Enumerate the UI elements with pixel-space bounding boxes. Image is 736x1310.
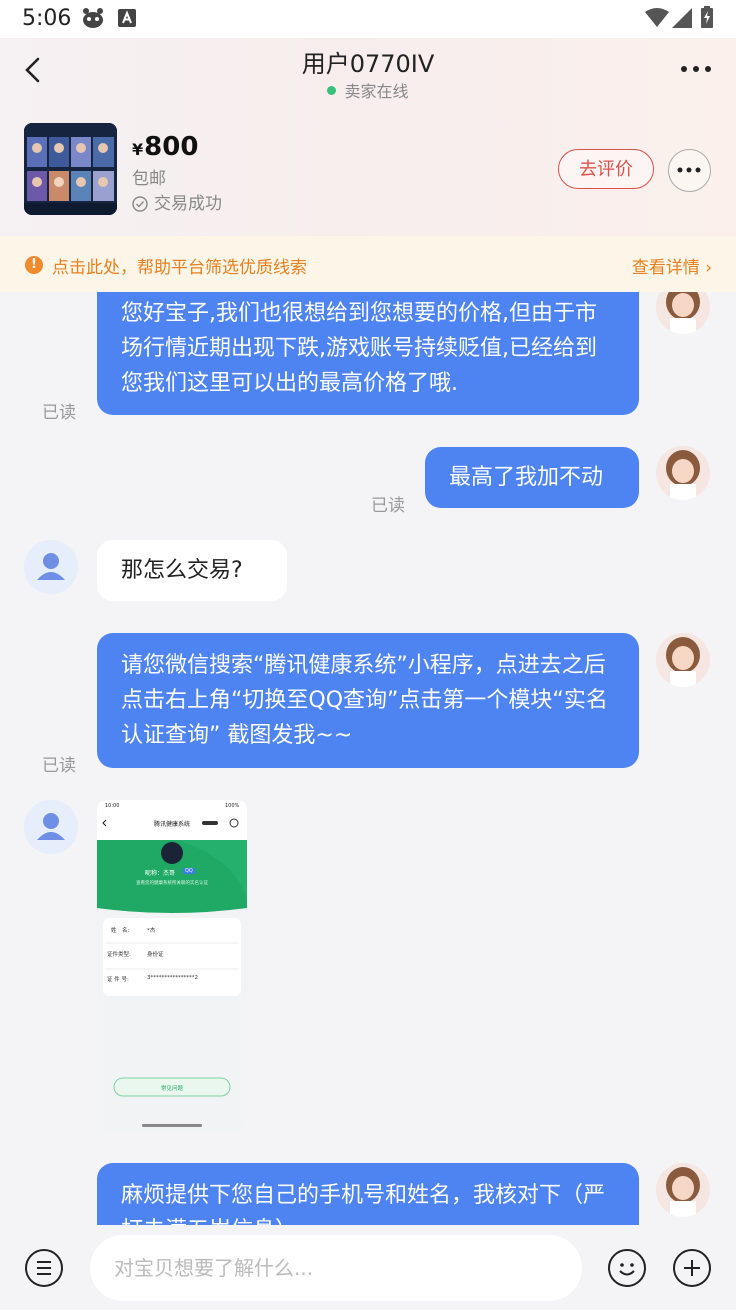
shot-nickname-label: 昵称： — [145, 870, 164, 877]
message-input[interactable] — [90, 1235, 582, 1301]
message-bubble-2[interactable]: 最高了我加不动 — [425, 447, 639, 508]
deal-status: 交易成功 — [132, 189, 222, 214]
shot-time: 10:00 — [105, 803, 120, 809]
message-bubble-6[interactable]: 麻烦提供下您自己的手机号和姓名，我核对下（严打未满五岁信息） — [97, 1163, 639, 1225]
more-dots-icon — [677, 167, 701, 173]
battery-icon — [701, 6, 713, 28]
wifi-icon — [645, 8, 669, 27]
shot-battery: 100% — [225, 803, 240, 809]
chat-title: 用户0770IV — [301, 50, 435, 78]
status-bar: 5:06 — [0, 0, 736, 38]
shot-caption: 查看您的健康系统所关联的实名认证 — [136, 881, 208, 886]
message-bubble-1[interactable]: 您好宝子,我们也很想给到您想要的价格,但由于市场行情近期出现下跌,游戏账号持续贬… — [97, 292, 639, 415]
review-button[interactable]: 去评价 — [558, 149, 654, 189]
item-price: ¥800 — [132, 132, 198, 162]
smile-icon — [619, 1263, 635, 1276]
check-circle-icon — [132, 196, 148, 212]
online-dot-icon — [327, 86, 337, 95]
shot-row-value: *杰 — [147, 928, 156, 934]
shot-row-label: 证件类型: — [107, 952, 131, 958]
more-dots-icon[interactable] — [680, 62, 712, 76]
warning-icon: ! — [25, 256, 43, 274]
signal-icon — [672, 8, 692, 28]
shipping-label: 包邮 — [132, 169, 166, 189]
message-bubble-4[interactable]: 请您微信搜索“腾讯健康系统”小程序，点进去之后点击右上角“切换至QQ查询”点击第… — [97, 633, 639, 768]
girl-avatar-image — [656, 633, 710, 687]
price-value: 800 — [144, 132, 199, 162]
girl-avatar-image — [656, 1163, 710, 1217]
read-receipt: 已读 — [42, 403, 76, 423]
my-avatar[interactable] — [656, 633, 710, 687]
girl-avatar-image — [656, 292, 710, 334]
plus-icon — [684, 1260, 700, 1276]
shot-title: 腾讯健康系统 — [153, 821, 190, 828]
shot-nickname: 昵称：杰哥 — [145, 868, 175, 877]
app-notification-icon — [83, 8, 103, 28]
app-a-icon — [118, 9, 136, 27]
currency-symbol: ¥ — [132, 140, 144, 159]
menu-lines-icon — [37, 1261, 51, 1275]
chat-header: 用户0770IV 卖家在线 ¥800 包邮 交易成功 去评价 — [0, 38, 736, 236]
my-avatar[interactable] — [656, 446, 710, 500]
my-avatar[interactable] — [656, 1163, 710, 1217]
peer-avatar[interactable] — [24, 800, 78, 854]
image-message[interactable]: 10:00 100% 腾讯健康系统 昵称：杰哥 QQ 查看您的健康系统所关联的实… — [97, 800, 247, 1132]
shot-row-value: 身份证 — [147, 952, 164, 958]
girl-avatar-image — [656, 446, 710, 500]
deal-status-text: 交易成功 — [154, 194, 222, 214]
notice-details-link[interactable]: 查看详情 › — [632, 253, 712, 278]
shot-row-label: 姓 名: — [111, 928, 130, 934]
read-receipt: 已读 — [371, 496, 405, 516]
game-characters-image — [24, 123, 117, 215]
shot-nickname-value: 杰哥 — [163, 870, 176, 877]
shot-row-value: 3****************2 — [147, 975, 198, 981]
menu-button[interactable] — [25, 1249, 63, 1287]
status-time: 5:06 — [22, 6, 72, 31]
item-more-button[interactable] — [668, 149, 711, 192]
read-receipt: 已读 — [42, 756, 76, 776]
message-bubble-3[interactable]: 那怎么交易? — [97, 540, 287, 601]
online-status: 卖家在线 — [0, 78, 736, 102]
notice-text: 点击此处，帮助平台筛选优质线索 — [52, 258, 307, 278]
notice-bar[interactable]: ! 点击此处，帮助平台筛选优质线索 查看详情 › — [0, 236, 736, 292]
shot-row-label: 证 件 号: — [107, 977, 129, 983]
shot-badge: QQ — [183, 868, 195, 874]
emoji-button[interactable] — [608, 1249, 646, 1287]
shot-faq-button: 常见问题 — [160, 1086, 183, 1092]
composer-bar — [0, 1225, 736, 1310]
item-thumbnail[interactable] — [24, 123, 117, 215]
screenshot-image — [97, 800, 247, 1132]
user-avatar-icon — [24, 800, 78, 854]
online-status-text: 卖家在线 — [344, 82, 409, 101]
chat-area[interactable]: 您好宝子,我们也很想给到您想要的价格,但由于市场行情近期出现下跌,游戏账号持续贬… — [0, 292, 736, 1225]
my-avatar[interactable] — [656, 292, 710, 334]
peer-avatar[interactable] — [24, 540, 78, 594]
add-button[interactable] — [673, 1249, 711, 1287]
user-avatar-icon — [24, 540, 78, 594]
